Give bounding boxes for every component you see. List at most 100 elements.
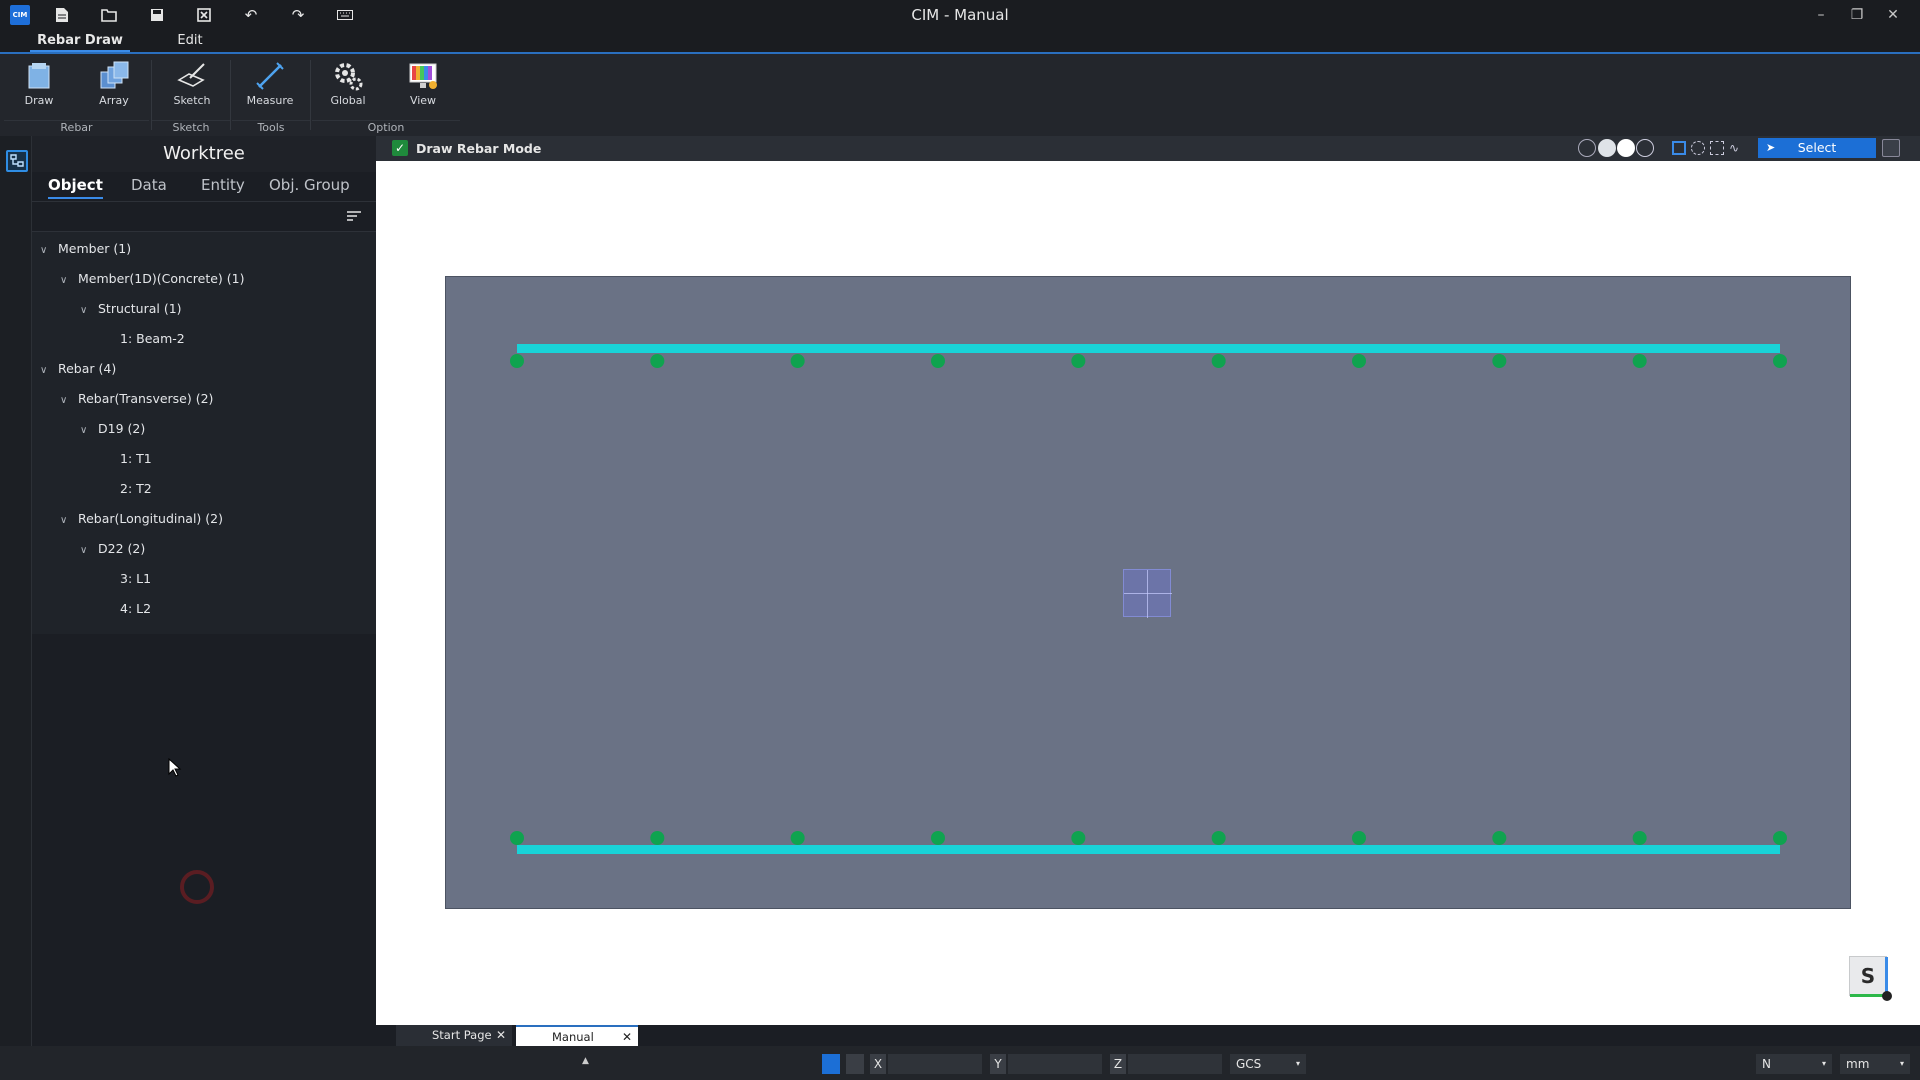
top-longitudinal-bar[interactable] bbox=[650, 354, 665, 368]
bottom-longitudinal-bar[interactable] bbox=[510, 831, 524, 845]
close-icon[interactable]: ✕ bbox=[1882, 4, 1904, 26]
sort-icon[interactable] bbox=[346, 210, 362, 222]
top-longitudinal-bar[interactable] bbox=[1492, 354, 1507, 368]
shaded-view-icon[interactable] bbox=[1598, 139, 1616, 157]
tab-data[interactable]: Data bbox=[131, 176, 167, 194]
top-transverse-rebar[interactable] bbox=[517, 344, 1780, 353]
top-longitudinal-bar[interactable] bbox=[1352, 354, 1366, 368]
solid-view-icon[interactable] bbox=[1617, 139, 1635, 157]
app-logo-icon[interactable]: CIM bbox=[10, 5, 30, 25]
view-cube-toggle-icon[interactable] bbox=[1882, 139, 1900, 157]
open-folder-icon[interactable] bbox=[99, 5, 119, 25]
top-longitudinal-bar[interactable] bbox=[931, 354, 945, 368]
y-coordinate-field[interactable] bbox=[1008, 1054, 1102, 1074]
group-option: Option bbox=[312, 120, 460, 136]
tree-node-t1[interactable]: 1: T1 bbox=[120, 448, 152, 470]
bottom-longitudinal-bar[interactable] bbox=[1211, 831, 1226, 845]
tree-node-rebar[interactable]: ∨ Rebar (4) bbox=[40, 358, 116, 380]
chevron-down-icon[interactable]: ∨ bbox=[40, 240, 54, 262]
checkmark-icon[interactable]: ✓ bbox=[392, 140, 408, 156]
chevron-down-icon[interactable]: ∨ bbox=[40, 360, 54, 382]
tree-node-beam-2[interactable]: 1: Beam-2 bbox=[120, 328, 185, 350]
wire-view-icon[interactable] bbox=[1636, 139, 1654, 157]
beam-section[interactable] bbox=[445, 276, 1851, 909]
array-label: Array bbox=[99, 94, 129, 107]
chevron-down-icon[interactable]: ∨ bbox=[80, 300, 94, 322]
length-unit-select[interactable]: mm ▾ bbox=[1840, 1054, 1910, 1074]
bottom-longitudinal-bar[interactable] bbox=[1492, 831, 1507, 845]
tab-object[interactable]: Object bbox=[48, 176, 103, 199]
group-sketch: Sketch bbox=[152, 120, 230, 136]
save-icon[interactable] bbox=[147, 5, 167, 25]
tab-obj-group[interactable]: Obj. Group bbox=[269, 176, 350, 194]
bottom-longitudinal-bar[interactable] bbox=[650, 831, 665, 845]
tree-node-member[interactable]: ∨ Member (1) bbox=[40, 238, 131, 260]
side-icon-strip bbox=[0, 136, 32, 1046]
view-cube-badge[interactable]: S bbox=[1849, 956, 1892, 1001]
top-longitudinal-bar[interactable] bbox=[1071, 354, 1086, 368]
measure-button[interactable]: Measure bbox=[238, 60, 302, 116]
top-longitudinal-bar[interactable] bbox=[790, 354, 805, 368]
top-longitudinal-bar[interactable] bbox=[1211, 354, 1226, 368]
tree-node-d19[interactable]: ∨ D19 (2) bbox=[80, 418, 145, 440]
bottom-longitudinal-bar[interactable] bbox=[1071, 831, 1086, 845]
tree-node-d22[interactable]: ∨ D22 (2) bbox=[80, 538, 145, 560]
chevron-down-icon[interactable]: ∨ bbox=[60, 390, 74, 412]
freehand-select-icon[interactable]: ∿ bbox=[1729, 141, 1745, 155]
bottom-longitudinal-bar[interactable] bbox=[1352, 831, 1366, 845]
box-select-icon[interactable] bbox=[1672, 141, 1686, 155]
tree-node-t2[interactable]: 2: T2 bbox=[120, 478, 152, 500]
draw-button[interactable]: Draw bbox=[7, 60, 71, 116]
x-coordinate-field[interactable] bbox=[888, 1054, 982, 1074]
array-button[interactable]: Array bbox=[82, 60, 146, 116]
global-button[interactable]: Global bbox=[316, 60, 380, 116]
tree-node-member-1d[interactable]: ∨ Member(1D)(Concrete) (1) bbox=[60, 268, 244, 290]
select-button[interactable]: ➤ Select bbox=[1758, 138, 1876, 158]
view-button[interactable]: View bbox=[391, 60, 455, 116]
coord-system-select[interactable]: GCS ▾ bbox=[1230, 1054, 1306, 1074]
angle-icon[interactable] bbox=[846, 1054, 864, 1074]
tab-edit[interactable]: Edit bbox=[160, 30, 220, 52]
top-longitudinal-bar[interactable] bbox=[1773, 354, 1787, 368]
array-icon bbox=[100, 61, 129, 89]
bottom-longitudinal-bar[interactable] bbox=[1632, 831, 1647, 845]
chevron-down-icon[interactable]: ∨ bbox=[60, 270, 74, 292]
tab-rebar-draw[interactable]: Rebar Draw bbox=[30, 30, 130, 52]
worktree-icon[interactable] bbox=[6, 150, 28, 172]
force-unit-select[interactable]: N ▾ bbox=[1756, 1054, 1832, 1074]
chevron-down-icon[interactable]: ∨ bbox=[80, 420, 94, 442]
new-file-icon[interactable] bbox=[52, 5, 72, 25]
chevron-down-icon[interactable]: ∨ bbox=[80, 540, 94, 562]
doc-tab-manual[interactable]: Manual ✕ bbox=[516, 1025, 638, 1046]
rotate-view-icon[interactable] bbox=[1578, 139, 1596, 157]
tree-node-l1[interactable]: 3: L1 bbox=[120, 568, 151, 590]
snap-icon[interactable] bbox=[822, 1054, 840, 1074]
bottom-transverse-rebar[interactable] bbox=[517, 845, 1780, 854]
z-coordinate-field[interactable] bbox=[1128, 1054, 1222, 1074]
close-file-icon[interactable] bbox=[194, 5, 214, 25]
bottom-longitudinal-bar[interactable] bbox=[1773, 831, 1787, 845]
top-longitudinal-bar[interactable] bbox=[1632, 354, 1647, 368]
chevron-up-icon[interactable]: ▲ bbox=[582, 1056, 589, 1066]
circle-select-icon[interactable] bbox=[1691, 141, 1705, 155]
doc-tab-start-page[interactable]: Start Page ✕ bbox=[396, 1025, 512, 1046]
chevron-down-icon[interactable]: ∨ bbox=[60, 510, 74, 532]
bottom-longitudinal-bar[interactable] bbox=[931, 831, 945, 845]
restore-icon[interactable]: ❐ bbox=[1846, 4, 1868, 26]
sketch-button[interactable]: Sketch bbox=[160, 60, 224, 116]
drawing-viewport[interactable]: S bbox=[376, 161, 1920, 1025]
tree-node-rebar-longitudinal[interactable]: ∨ Rebar(Longitudinal) (2) bbox=[60, 508, 223, 530]
keyboard-icon[interactable] bbox=[335, 5, 355, 25]
polygon-select-icon[interactable] bbox=[1710, 141, 1724, 155]
top-longitudinal-bar[interactable] bbox=[510, 354, 524, 368]
close-icon[interactable]: ✕ bbox=[496, 1025, 506, 1046]
undo-icon[interactable]: ↶ bbox=[241, 5, 261, 25]
tree-node-structural[interactable]: ∨ Structural (1) bbox=[80, 298, 182, 320]
bottom-longitudinal-bar[interactable] bbox=[790, 831, 805, 845]
tree-node-rebar-transverse[interactable]: ∨ Rebar(Transverse) (2) bbox=[60, 388, 213, 410]
tab-entity[interactable]: Entity bbox=[201, 176, 245, 194]
tree-node-l2[interactable]: 4: L2 bbox=[120, 598, 151, 620]
minimize-icon[interactable]: – bbox=[1810, 4, 1832, 26]
redo-icon[interactable]: ↷ bbox=[288, 5, 308, 25]
close-icon[interactable]: ✕ bbox=[622, 1027, 632, 1048]
